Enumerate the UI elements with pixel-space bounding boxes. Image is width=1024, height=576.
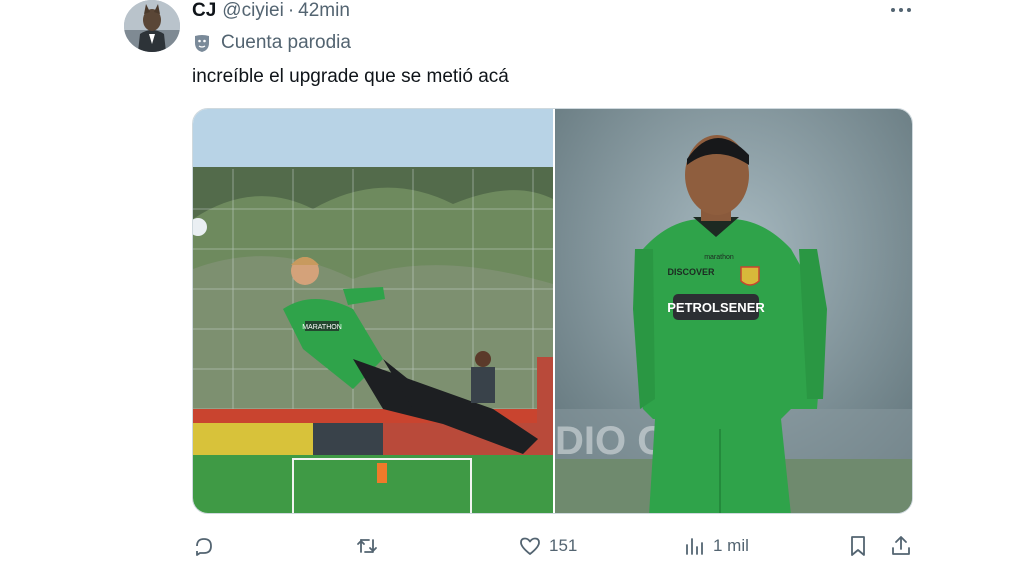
like-count: 151 [549,536,578,555]
share-button[interactable] [889,532,913,560]
left-jersey-text: MARATHON [302,324,342,331]
separator-dot: · [287,0,295,21]
like-button[interactable]: 151 [518,532,577,560]
author-name[interactable]: CJ [192,0,216,22]
reply-icon [196,538,212,556]
retweet-icon [357,538,377,554]
parody-label: Cuenta parodia [192,32,351,54]
heart-icon [520,537,540,555]
author-handle[interactable]: @ciyiei [222,0,284,22]
views-button[interactable]: 1 mil [682,532,749,560]
views-icon [686,538,703,555]
retweet-button[interactable] [355,532,386,560]
bookmark-button[interactable] [846,532,870,560]
parody-label-text: Cuenta parodia [221,32,351,53]
avatar[interactable] [124,0,180,52]
views-count: 1 mil [713,536,749,555]
reply-button[interactable] [192,532,223,560]
tweet-text: increíble el upgrade que se metió acá [192,66,509,87]
jersey-partner-text: DISCOVER [667,267,715,277]
media-image-left[interactable]: MARATHON [193,109,553,513]
bookmark-icon [851,536,865,556]
media-image-right[interactable]: DIO CO P PETROLSENER DISCOVER marathon [555,109,912,513]
tweet-header: CJ @ciyiei · 42min [192,0,350,22]
more-options-button[interactable] [889,2,913,18]
jersey-maker-text: marathon [704,254,734,261]
tweet-actions: 151 1 mil [192,532,913,560]
more-icon [891,8,895,12]
theater-mask-icon [195,35,209,52]
share-icon [892,536,910,555]
media-grid: MARATHON DIO CO P PETROLSENER DISCOVER m… [192,108,913,514]
jersey-sponsor-text: PETROLSENER [667,300,765,315]
tweet-timestamp[interactable]: 42min [298,0,350,22]
